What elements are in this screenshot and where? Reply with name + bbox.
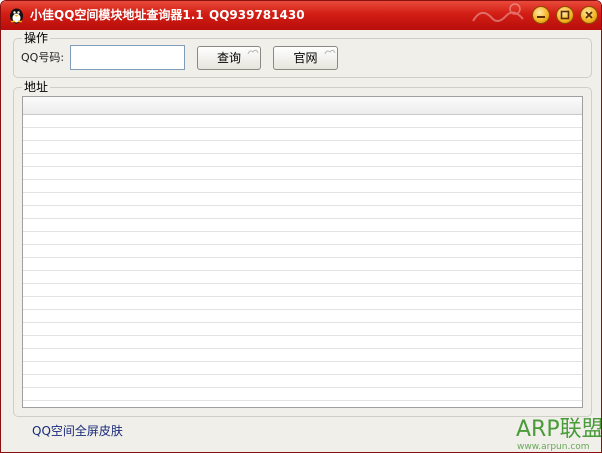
- address-list[interactable]: [22, 96, 583, 408]
- address-group-label: 地址: [22, 80, 51, 94]
- arp-watermark: ARP联盟: [516, 417, 602, 442]
- title-bar[interactable]: 小佳QQ空间模块地址查询器1.1 QQ939781430: [1, 1, 601, 30]
- penguin-icon: [10, 8, 23, 24]
- cloud-decoration-icon: [247, 49, 259, 55]
- app-window: 小佳QQ空间模块地址查询器1.1 QQ939781430 操作 QQ号码: 查询…: [0, 0, 602, 453]
- close-button[interactable]: [580, 6, 598, 24]
- query-button-label: 查询: [216, 51, 241, 65]
- window-title: 小佳QQ空间模块地址查询器1.1: [30, 8, 204, 22]
- qq-number-label: QQ号码:: [21, 51, 65, 64]
- address-list-header[interactable]: [23, 97, 582, 115]
- window-title-qq: QQ939781430: [209, 8, 305, 22]
- query-button[interactable]: 查询: [197, 46, 261, 70]
- qq-number-input[interactable]: [70, 45, 185, 70]
- close-icon: [585, 11, 593, 19]
- website-button-label: 官网: [293, 51, 318, 65]
- maximize-icon: [560, 10, 570, 20]
- cloud-decoration-icon: [324, 49, 336, 55]
- qzone-fullscreen-skin-link[interactable]: QQ空间全屏皮肤: [32, 424, 123, 438]
- arp-watermark-url: www.arpun.com: [517, 442, 590, 452]
- title-decoration-icon: [472, 3, 524, 22]
- minimize-icon: [537, 16, 545, 18]
- operation-group-label: 操作: [22, 31, 51, 45]
- minimize-button[interactable]: [532, 6, 550, 24]
- website-button[interactable]: 官网: [273, 46, 338, 70]
- maximize-button[interactable]: [556, 6, 574, 24]
